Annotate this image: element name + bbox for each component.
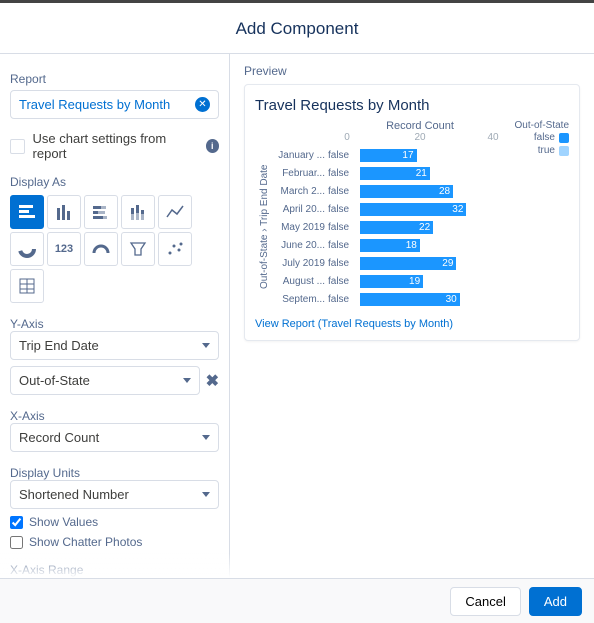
x-axis-title: Record Count <box>347 120 493 132</box>
chart-type-table[interactable] <box>10 269 44 303</box>
display-units-label: Display Units <box>10 466 219 480</box>
bar-row: August ...false19 <box>270 272 493 290</box>
x-axis-ticks: 0 20 40 <box>347 132 493 146</box>
bar-row: March 2...false28 <box>270 182 493 200</box>
display-units-select[interactable]: Shortened Number <box>10 480 219 509</box>
use-chart-settings-label: Use chart settings from report <box>33 131 198 161</box>
chart-type-hbar[interactable] <box>10 195 44 229</box>
report-lookup[interactable]: Travel Requests by Month ✕ <box>10 90 219 119</box>
modal-title: Add Component <box>0 0 594 54</box>
bar-row: Septem...false30 <box>270 290 493 308</box>
view-report-link[interactable]: View Report (Travel Requests by Month) <box>255 318 453 330</box>
chart-type-funnel[interactable] <box>121 232 155 266</box>
chart-bars: January ...false17Februar...false21March… <box>270 146 493 308</box>
remove-y2-icon[interactable]: ✖ <box>206 371 219 391</box>
cancel-button[interactable]: Cancel <box>450 587 520 616</box>
chart-type-scatter[interactable] <box>158 232 192 266</box>
chart-type-donut[interactable] <box>10 232 44 266</box>
show-values-checkbox[interactable]: Show Values <box>10 515 219 529</box>
chart-type-stacked-hbar[interactable] <box>84 195 118 229</box>
chart-title: Travel Requests by Month <box>255 97 569 114</box>
chart-type-gauge[interactable] <box>84 232 118 266</box>
info-icon[interactable]: i <box>206 139 219 153</box>
add-button[interactable]: Add <box>529 587 582 616</box>
display-as-label: Display As <box>10 175 219 189</box>
chart-type-stacked-vbar[interactable] <box>121 195 155 229</box>
y-axis-select-1[interactable]: Trip End Date <box>10 331 219 360</box>
x-axis-select[interactable]: Record Count <box>10 423 219 452</box>
report-label: Report <box>10 72 219 86</box>
report-value: Travel Requests by Month <box>19 97 195 112</box>
chart-type-line[interactable] <box>158 195 192 229</box>
bar-row: June 20...false18 <box>270 236 493 254</box>
bar-row: May 2019false22 <box>270 218 493 236</box>
chart-legend: Out-of-State false true <box>493 120 569 308</box>
x-axis-label: X-Axis <box>10 409 219 423</box>
chart-card: Travel Requests by Month Record Count 0 … <box>244 84 580 341</box>
bar-row: January ...false17 <box>270 146 493 164</box>
use-chart-settings-checkbox[interactable]: Use chart settings from report i <box>10 131 219 161</box>
bar-row: July 2019false29 <box>270 254 493 272</box>
preview-label: Preview <box>244 64 580 78</box>
preview-panel: Preview Travel Requests by Month Record … <box>230 54 594 585</box>
y-axis-select-2[interactable]: Out-of-State <box>10 366 200 395</box>
chart-type-vbar[interactable] <box>47 195 81 229</box>
show-photos-checkbox[interactable]: Show Chatter Photos <box>10 535 219 549</box>
modal-footer: Cancel Add <box>0 578 594 623</box>
chart-type-metric[interactable]: 123 <box>47 232 81 266</box>
x-range-label: X-Axis Range <box>10 563 219 577</box>
clear-icon[interactable]: ✕ <box>195 97 210 112</box>
config-panel: Report Travel Requests by Month ✕ Use ch… <box>0 54 230 585</box>
bar-row: Februar...false21 <box>270 164 493 182</box>
bar-row: April 20...false32 <box>270 200 493 218</box>
y-axis-title: Out-of-State › Trip End Date <box>255 146 270 308</box>
y-axis-label: Y-Axis <box>10 317 219 331</box>
chart-type-picker: 123 <box>10 195 219 303</box>
